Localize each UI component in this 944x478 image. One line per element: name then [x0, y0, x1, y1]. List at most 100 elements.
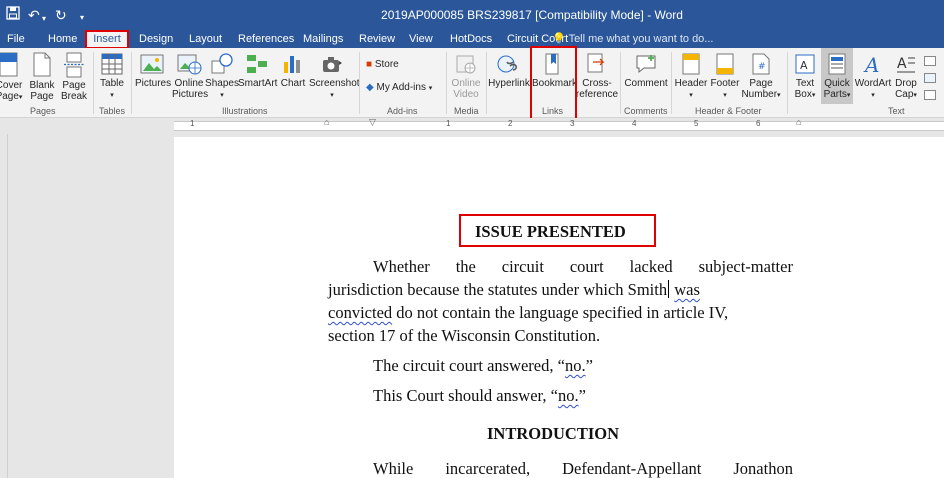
spelling-flagged-word[interactable]: was: [674, 280, 700, 299]
chart-button[interactable]: Chart: [278, 52, 308, 89]
footer-button[interactable]: Footer ▾: [708, 52, 742, 101]
wordart-icon: A: [863, 53, 879, 76]
spelling-flagged-word[interactable]: convicted: [328, 303, 392, 322]
svg-text:A: A: [897, 56, 907, 72]
cover-page-button[interactable]: Cover Page▾: [0, 52, 24, 103]
pictures-button[interactable]: Pictures: [135, 52, 171, 89]
my-addins-icon: ◆: [366, 82, 374, 93]
quick-parts-label-2: Parts: [823, 89, 847, 100]
blank-page-label-1: Blank: [29, 80, 55, 91]
ribbon-tabs: File Home Insert Design Layout Reference…: [0, 30, 944, 49]
drop-cap-button[interactable]: A Drop Cap▾: [891, 52, 921, 101]
comment-label: Comment: [624, 78, 668, 89]
tab-review[interactable]: Review: [359, 31, 395, 48]
ruler-indent-marker[interactable]: ⌂: [324, 118, 329, 127]
shapes-button[interactable]: Shapes ▾: [205, 52, 239, 101]
ruler-number: 1: [446, 119, 451, 128]
header-button[interactable]: Header ▾: [674, 52, 708, 101]
tab-references[interactable]: References: [238, 31, 294, 48]
tab-insert[interactable]: Insert: [85, 30, 129, 49]
word: the: [455, 257, 476, 276]
online-pictures-icon: [177, 54, 202, 75]
paragraph-line: section 17 of the Wisconsin Constitution…: [328, 326, 600, 346]
tab-design[interactable]: Design: [139, 31, 173, 48]
cross-reference-button[interactable]: Cross- reference: [575, 52, 619, 100]
ribbon-separator: [787, 52, 788, 114]
word: subject-matter: [698, 257, 793, 276]
header-icon: [682, 53, 700, 75]
text-box-button[interactable]: A Text Box▾: [790, 52, 820, 101]
quick-parts-icon: [828, 53, 846, 75]
tab-hotdocs[interactable]: HotDocs: [450, 31, 492, 48]
online-pictures-label-1: Online: [174, 78, 204, 89]
shapes-icon: [211, 53, 233, 74]
cross-reference-icon: [587, 53, 605, 73]
text-run: The circuit court answered, “: [373, 356, 565, 375]
tab-view[interactable]: View: [409, 31, 433, 48]
title-bar: ↶ ▾ ↻ ▾ 2019AP000085 BRS239817 [Compatib…: [0, 0, 944, 30]
group-label-illustrations: Illustrations: [222, 106, 268, 116]
smartart-button[interactable]: SmartArt: [238, 52, 277, 89]
text-box-label-1: Text: [795, 78, 815, 89]
text-run: section 17 of the Wisconsin Constitution…: [328, 326, 601, 345]
word: court: [569, 257, 604, 276]
spelling-flagged-word[interactable]: no.: [565, 356, 586, 375]
cover-page-label-2: Page: [0, 91, 19, 102]
page-break-button[interactable]: Page Break: [59, 52, 89, 102]
ruler-number: 1: [190, 119, 195, 128]
blank-page-button[interactable]: Blank Page: [28, 52, 56, 102]
comment-button[interactable]: Comment: [623, 52, 669, 89]
text-box-label-2: Box: [794, 89, 812, 100]
page-number-label-1: Page: [749, 78, 773, 89]
wordart-button[interactable]: A WordArt ▾: [853, 52, 893, 101]
cover-page-label-1: Cover: [0, 80, 23, 91]
comment-icon: [636, 55, 656, 74]
wordart-label: WordArt: [854, 78, 892, 89]
page-break-icon: [64, 52, 84, 78]
signature-line-icon[interactable]: [924, 56, 936, 66]
spelling-flagged-word[interactable]: no.: [558, 386, 579, 405]
ruler-right-indent-marker[interactable]: ⌂: [796, 118, 801, 127]
document-page[interactable]: ISSUE PRESENTED Whether the circuit cour…: [174, 137, 944, 478]
table-button[interactable]: Table ▾: [97, 52, 127, 101]
store-button[interactable]: ■ Store: [366, 59, 399, 71]
svg-text:#: #: [758, 62, 766, 72]
cross-reference-label-2: reference: [575, 89, 619, 100]
ruler-bar: [174, 121, 944, 131]
screenshot-button[interactable]: Screenshot ▾: [309, 52, 360, 101]
tab-layout[interactable]: Layout: [189, 31, 222, 48]
tab-file[interactable]: File: [7, 31, 25, 48]
group-label-pages: Pages: [30, 106, 56, 116]
ribbon-separator: [486, 52, 487, 114]
text-cursor: [668, 280, 670, 298]
ruler-number: 6: [756, 119, 761, 128]
page-number-icon: #: [752, 53, 770, 75]
ruler-first-line-marker[interactable]: ▽: [369, 118, 376, 127]
ribbon: Cover Page▾ Blank Page Page Break Pages …: [0, 46, 944, 121]
my-addins-button[interactable]: ◆ My Add-ins ▾: [366, 82, 432, 95]
hyperlink-button[interactable]: Hyperlink: [488, 52, 530, 89]
word: Whether: [373, 257, 430, 276]
object-icon[interactable]: [924, 90, 936, 100]
tell-me-box[interactable]: 💡 Tell me what you want to do...: [552, 31, 713, 47]
footer-icon: [716, 53, 734, 75]
ruler-number: 4: [632, 119, 637, 128]
ruler-number: 5: [694, 119, 699, 128]
shapes-label: Shapes: [205, 78, 239, 89]
my-addins-dropdown-icon: ▾: [428, 85, 433, 92]
word: Jonathon: [733, 459, 793, 478]
page-number-button[interactable]: # Page Number▾: [740, 52, 782, 101]
answer-line: This Court should answer, “no.”: [373, 386, 586, 406]
date-time-icon[interactable]: [924, 73, 936, 83]
quick-parts-button[interactable]: Quick Parts▾: [821, 52, 853, 101]
heading-highlight-box: [459, 214, 656, 247]
horizontal-ruler[interactable]: 1 ⌂ ▽ 1 2 3 4 5 6 ⌂: [0, 118, 944, 134]
vertical-ruler: [0, 134, 8, 478]
tab-home[interactable]: Home: [48, 31, 77, 48]
ruler-number: 3: [570, 119, 575, 128]
online-pictures-button[interactable]: Online Pictures: [172, 52, 208, 100]
online-video-button[interactable]: Online Video: [450, 52, 482, 100]
tab-mailings[interactable]: Mailings: [303, 31, 343, 48]
cross-reference-label-1: Cross-: [582, 78, 612, 89]
hyperlink-icon: [497, 55, 517, 73]
